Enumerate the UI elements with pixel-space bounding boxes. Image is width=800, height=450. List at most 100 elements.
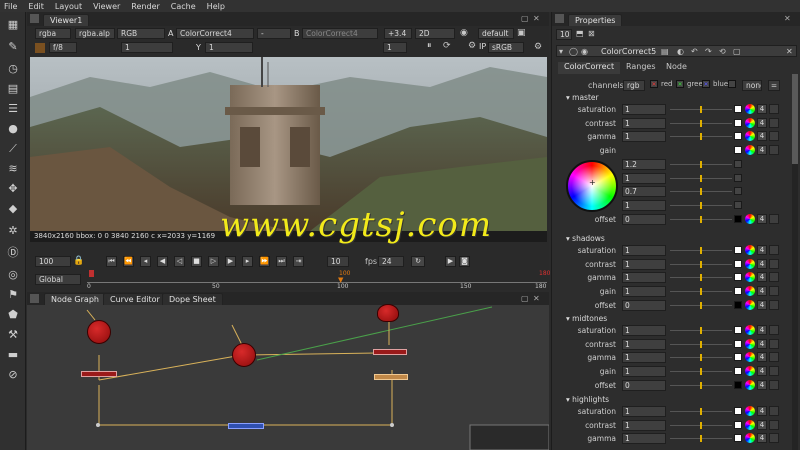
read-node[interactable] <box>87 320 111 344</box>
loop-icon[interactable]: ↻ <box>411 256 425 267</box>
viewer-node[interactable] <box>228 423 264 429</box>
param-color-swatch[interactable] <box>734 367 742 376</box>
channel-tool-icon[interactable]: ▤ <box>5 82 21 96</box>
animation-curve-icon[interactable] <box>769 406 779 416</box>
channel-split-button[interactable]: 4 <box>757 366 767 377</box>
param-slider-knob[interactable] <box>700 288 702 296</box>
param-slider-knob[interactable] <box>700 160 702 168</box>
step-forward-key-icon[interactable]: ⏩ <box>259 256 270 267</box>
pin-icon[interactable]: ⬒ <box>576 29 584 38</box>
node-float-icon[interactable]: ▢ <box>733 47 741 56</box>
param-value-field[interactable]: 0.7 <box>622 186 666 198</box>
tab-menu-icon[interactable] <box>555 14 564 23</box>
metadata-tool-icon[interactable]: ⚑ <box>5 288 21 302</box>
param-slider-knob[interactable] <box>700 119 702 127</box>
highlights-heading[interactable]: ▾ highlights <box>566 395 609 404</box>
channel-split-button[interactable]: 4 <box>757 338 767 349</box>
param-value-field[interactable]: 1 <box>622 419 666 431</box>
menu-viewer[interactable]: Viewer <box>93 2 120 11</box>
views-tool-icon[interactable]: ◎ <box>5 268 21 282</box>
transform-node[interactable] <box>374 374 408 380</box>
color-picker-icon[interactable] <box>745 145 755 156</box>
frame-field[interactable]: 1 <box>383 42 407 53</box>
color-picker-icon[interactable] <box>745 406 755 416</box>
menu-render[interactable]: Render <box>131 2 159 11</box>
param-value-field[interactable]: 1 <box>622 117 666 129</box>
merge-tool-icon[interactable]: ≋ <box>5 162 21 176</box>
node-name[interactable]: ColorCorrect5 <box>601 47 656 56</box>
3d-tool-icon[interactable]: ◆ <box>5 202 21 216</box>
channel-split-button[interactable]: 4 <box>757 406 767 416</box>
fstop-field[interactable]: f/8 <box>49 42 77 53</box>
color-picker-icon[interactable] <box>745 104 755 114</box>
param-arrows-icon[interactable] <box>734 159 742 168</box>
animation-curve-icon[interactable] <box>769 104 779 114</box>
color-picker-icon[interactable] <box>745 286 755 297</box>
lock-icon[interactable]: ▣ <box>517 28 526 38</box>
param-arrows-icon[interactable] <box>734 173 742 182</box>
param-color-swatch[interactable] <box>734 214 742 223</box>
stop-icon[interactable]: ■ <box>191 256 202 267</box>
close-icon[interactable]: ✕ <box>533 294 540 303</box>
grade-node[interactable] <box>81 371 117 377</box>
node-close-icon[interactable]: ✕ <box>786 47 793 56</box>
keyer-tool-icon[interactable]: ⟋ <box>5 142 21 156</box>
colorspace-select[interactable]: RGB <box>117 28 165 39</box>
particles-tool-icon[interactable]: ✲ <box>5 224 21 238</box>
param-value-field[interactable]: 1 <box>622 325 666 336</box>
jump-icon[interactable]: ⇥ <box>293 256 304 267</box>
animation-curve-icon[interactable] <box>769 272 779 283</box>
play-backward-icon[interactable]: ⏮ <box>106 256 117 267</box>
param-slider-knob[interactable] <box>700 435 702 443</box>
channel-split-button[interactable]: 4 <box>757 419 767 430</box>
pause-icon[interactable]: ⏸ <box>427 41 432 51</box>
lut-select[interactable]: default <box>478 28 514 39</box>
channel-split-button[interactable]: 4 <box>757 352 767 363</box>
scrollbar-thumb[interactable] <box>792 74 798 164</box>
param-value-field[interactable]: 0 <box>622 213 666 225</box>
color-wheel-cursor-icon[interactable]: + <box>589 178 596 187</box>
node-redo-icon[interactable]: ↷ <box>705 47 712 56</box>
color-picker-icon[interactable] <box>745 258 755 269</box>
node-undo-icon[interactable]: ↶ <box>691 47 698 56</box>
param-value-field[interactable]: 1 <box>622 352 666 364</box>
param-color-swatch[interactable] <box>734 407 742 415</box>
render-icon[interactable]: ◙ <box>459 256 470 267</box>
animation-curve-icon[interactable] <box>769 419 779 430</box>
param-value-field[interactable]: 1 <box>622 406 666 417</box>
param-slider-knob[interactable] <box>700 247 702 254</box>
animation-curve-icon[interactable] <box>769 366 779 377</box>
animation-curve-icon[interactable] <box>769 286 779 297</box>
param-slider-knob[interactable] <box>700 381 702 389</box>
close-icon[interactable]: ✕ <box>533 14 540 23</box>
node-color-icon[interactable]: ◐ <box>677 47 684 56</box>
param-color-swatch[interactable] <box>734 300 742 309</box>
color-picker-icon[interactable] <box>745 299 755 310</box>
param-value-field[interactable]: 1 <box>622 433 666 445</box>
animation-curve-icon[interactable] <box>769 117 779 128</box>
color-picker-icon[interactable] <box>745 419 755 430</box>
refresh-icon[interactable]: ⟳ <box>443 41 451 51</box>
param-slider-knob[interactable] <box>700 408 702 415</box>
gear-icon[interactable]: ⚙ <box>534 42 542 52</box>
colorcorrect-node-a[interactable] <box>232 343 256 367</box>
param-color-swatch[interactable] <box>734 287 742 296</box>
param-value-field[interactable]: 0 <box>622 379 666 391</box>
param-color-swatch[interactable] <box>734 146 742 155</box>
tab-properties[interactable]: Properties <box>568 14 623 26</box>
param-slider-knob[interactable] <box>700 274 702 282</box>
plugin-tool-icon[interactable]: ⊘ <box>5 368 21 382</box>
tab-dope-sheet[interactable]: Dope Sheet <box>162 293 223 305</box>
display-colorspace-select[interactable]: sRGB <box>488 42 524 53</box>
param-color-swatch[interactable] <box>734 434 742 443</box>
gain-field[interactable]: +3.4 <box>384 28 412 39</box>
channel-split-button[interactable]: 4 <box>757 104 767 114</box>
menu-cache[interactable]: Cache <box>171 2 196 11</box>
param-color-swatch[interactable] <box>734 420 742 429</box>
colorcorrect-node-b[interactable] <box>377 304 399 322</box>
param-slider-knob[interactable] <box>700 340 702 348</box>
animation-curve-icon[interactable] <box>769 325 779 335</box>
alpha-checkbox[interactable] <box>728 80 736 88</box>
animation-curve-icon[interactable] <box>769 145 779 156</box>
other-tool-icon[interactable]: ⚒ <box>5 328 21 342</box>
